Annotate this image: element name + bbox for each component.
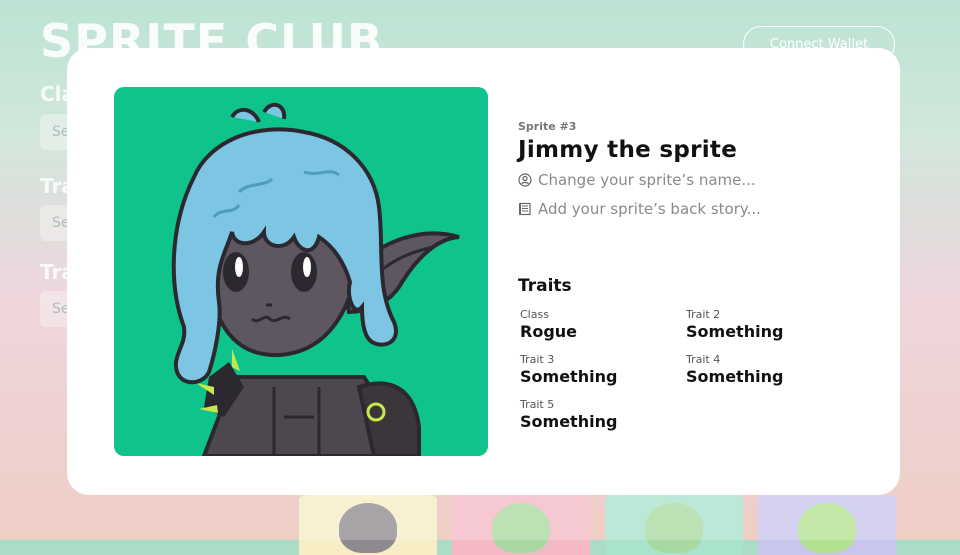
trait-item: Trait 3 Something [520,353,680,386]
trait-value: Something [686,322,784,341]
back-story-label: Add your sprite’s back story... [538,200,761,218]
trait-label: Trait 4 [686,353,721,366]
traits-heading: Traits [518,276,572,296]
sprite-info: Sprite #3 Jimmy the sprite Change your s… [518,120,878,229]
trait-value: Something [520,412,618,431]
change-name-label: Change your sprite’s name... [538,171,756,189]
trait-label: Trait 5 [520,398,555,411]
trait-item: Trait 4 Something [686,353,846,386]
sprite-name: Jimmy the sprite [518,137,738,163]
trait-item: Class Rogue [520,308,680,341]
sprite-number: Sprite #3 [518,120,577,133]
change-name-link[interactable]: Change your sprite’s name... [518,171,878,189]
trait-item: Trait 5 Something [520,398,680,431]
trait-label: Trait 2 [686,308,721,321]
trait-value: Something [686,367,784,386]
trait-value: Something [520,367,618,386]
trait-value: Rogue [520,322,578,341]
trait-label: Trait 3 [520,353,555,366]
user-circle-icon [518,172,533,188]
back-story-link[interactable]: Add your sprite’s back story... [518,200,878,218]
sprite-detail-modal: Sprite #3 Jimmy the sprite Change your s… [67,48,900,495]
trait-item: Trait 2 Something [686,308,846,341]
sprite-image [114,87,488,456]
notebook-icon [518,202,533,217]
trait-label: Class [520,308,549,321]
